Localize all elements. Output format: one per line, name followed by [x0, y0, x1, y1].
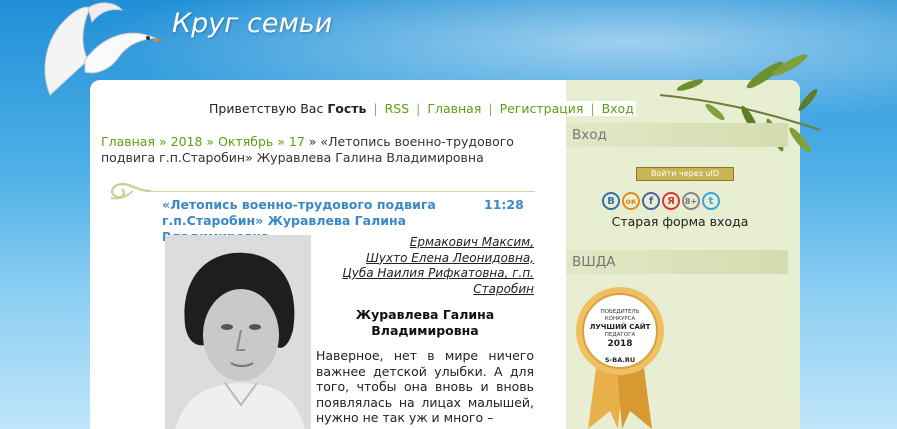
award-medal-image[interactable]: ПОБЕДИТЕЛЬ КОНКУРСА ЛУЧШИЙ САЙТ ПЕДАГОГА… — [570, 283, 670, 429]
breadcrumb-day[interactable]: 17 — [289, 134, 305, 149]
twitter-icon[interactable]: t — [702, 192, 720, 210]
breadcrumb-month[interactable]: Октябрь — [218, 134, 273, 149]
authors-list: Ермакович Максим, Шухто Елена Леонидовна… — [316, 235, 534, 297]
medal-line2: КОНКУРСА — [605, 316, 636, 322]
login-block-title: Вход — [566, 123, 788, 147]
yandex-icon[interactable]: Я — [662, 192, 680, 210]
greeting-user: Гость — [327, 101, 367, 116]
odnoklassniki-icon[interactable]: ок — [622, 192, 640, 210]
author-link[interactable]: Цуба Наилия Рифкатовна, г.п. Старобин — [316, 266, 534, 297]
entry-time: 11:28 — [484, 197, 524, 212]
swirl-ornament-icon — [110, 182, 152, 200]
author-link[interactable]: Ермакович Максим, — [316, 235, 534, 251]
medal-line4: ПЕДАГОГА — [605, 332, 636, 338]
breadcrumb-home[interactable]: Главная — [101, 134, 155, 149]
medal-line3: ЛУЧШИЙ САЙТ — [590, 322, 651, 331]
portrait-photo — [165, 235, 311, 429]
medal-site: S-BA.RU — [605, 356, 635, 364]
nav-login-link[interactable]: Вход — [602, 101, 634, 116]
greeting-text: Приветствую Вас — [209, 101, 324, 116]
person-name: Журавлева Галина Владимировна — [355, 307, 495, 338]
vk-icon[interactable]: В — [602, 192, 620, 210]
medal-line1: ПОБЕДИТЕЛЬ — [601, 309, 640, 315]
nav-register-link[interactable]: Регистрация — [500, 101, 584, 116]
medal-year: 2018 — [607, 339, 632, 349]
top-nav: Приветствую Вас Гость | RSS | Главная | … — [207, 101, 636, 116]
nav-rss-link[interactable]: RSS — [385, 101, 410, 116]
entry-divider — [150, 191, 535, 192]
breadcrumb: Главная » 2018 » Октябрь » 17 » «Летопис… — [101, 134, 514, 165]
social-login-icons: В ок f Я 8+ t — [602, 192, 720, 210]
breadcrumb-year[interactable]: 2018 — [171, 134, 203, 149]
google-plus-icon[interactable]: 8+ — [682, 192, 700, 210]
author-link[interactable]: Шухто Елена Леонидовна, — [316, 251, 534, 267]
site-title[interactable]: Круг семьи — [172, 8, 332, 39]
nav-home-link[interactable]: Главная — [427, 101, 481, 116]
olive-branch-image — [659, 54, 821, 153]
vshda-block-title: ВШДА — [566, 250, 788, 274]
facebook-icon[interactable]: f — [642, 192, 660, 210]
uid-login-button[interactable]: Войти через uID — [636, 167, 734, 181]
article-text: Наверное, нет в мире ничего важнее детск… — [316, 348, 534, 425]
old-login-form-link[interactable]: Старая форма входа — [585, 214, 775, 229]
